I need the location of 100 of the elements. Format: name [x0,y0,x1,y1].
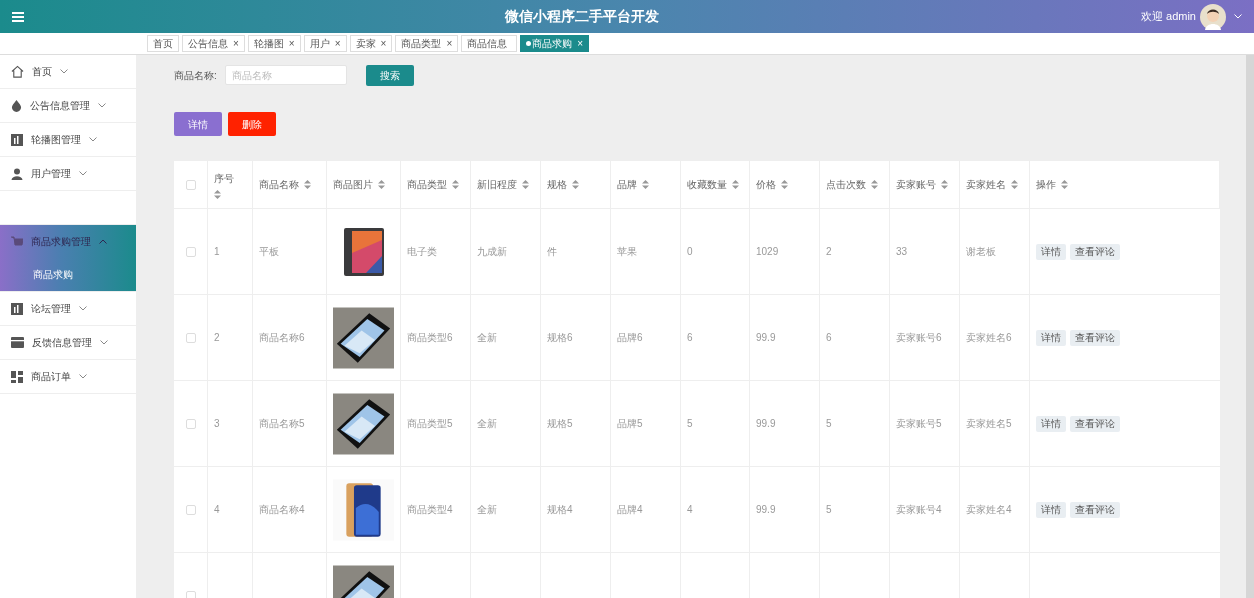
menu-item[interactable]: 商品求购管理 商品求购 [0,225,136,292]
home-icon [11,65,24,78]
user-icon [11,167,23,180]
close-button[interactable]: × [288,38,295,49]
menu-label: 反馈信息管理 [32,336,92,350]
delete-button[interactable]: 删除 [228,112,276,136]
column-header: 卖家账号 [896,178,936,192]
checkbox[interactable] [185,418,196,429]
table-cell-text: 卖家账号5 [896,417,942,431]
column-header: 商品图片 [333,178,373,192]
detail-button[interactable]: 详情 [174,112,222,136]
table-cell-text: 5 [826,503,832,517]
tab[interactable]: 轮播图 × [247,35,301,52]
chevron-icon [100,340,108,345]
tab[interactable]: 商品信息 [461,35,518,52]
tab[interactable]: 公告信息 × [182,35,245,52]
menu-item[interactable]: 论坛管理 [0,292,136,326]
view-comments-button[interactable]: 查看评论 [1070,243,1120,260]
chevron-icon [99,239,107,244]
menu-item[interactable]: 商品订单 [0,360,136,394]
dot-icon [526,41,532,46]
column-header: 规格 [547,178,567,192]
menu-item[interactable]: 轮播图管理 [0,123,136,157]
sort-icon [304,180,311,189]
view-comments-button[interactable]: 查看评论 [1070,415,1120,432]
menu-item[interactable]: 用户管理 [0,157,136,191]
column-header: 序号 [214,171,234,186]
column-header: 收藏数量 [687,178,727,192]
close-button[interactable]: × [380,38,387,49]
close-button[interactable]: × [233,38,239,49]
close-button[interactable]: × [334,38,341,49]
scrollbar[interactable] [1246,55,1254,598]
table-cell-text: 0 [687,245,693,259]
table-cell-text: 谢老板 [966,245,996,259]
column-header: 品牌 [617,178,637,192]
detail-button[interactable]: 详情 [1036,243,1066,260]
table-cell-text: 3 [214,417,220,431]
column-header: 商品类型 [407,178,447,192]
sort-icon [781,180,788,189]
chevron-icon [79,306,87,311]
wallet-icon [11,337,24,348]
table-cell-text: 品牌6 [617,331,643,345]
table-cell-text: 99.9 [756,503,776,517]
table-cell-text: 卖家姓名5 [966,417,1012,431]
menu-item[interactable]: 反馈信息管理 [0,326,136,360]
detail-button[interactable]: 详情 [1036,329,1066,346]
tab-label: 公告信息 [188,37,228,51]
view-comments-button[interactable]: 查看评论 [1070,329,1120,346]
sort-icon [572,180,579,189]
sort-icon [642,180,649,189]
sort-icon [941,180,948,189]
table-cell-text: 1 [214,245,220,259]
tab[interactable]: 商品求购 × [520,35,590,52]
table-cell-text: 商品类型4 [407,503,453,517]
table-cell-text: 6 [687,331,693,345]
table-cell-text: 苹果 [617,245,637,259]
sort-icon [732,180,739,189]
table-cell-text: 6 [826,331,832,345]
view-comments-button[interactable]: 查看评论 [1070,501,1120,518]
checkbox[interactable] [185,179,196,190]
tab-label: 商品信息 [467,37,508,51]
table-cell-text: 卖家账号6 [896,331,942,345]
sort-icon [522,180,529,189]
table-cell-text: 规格6 [547,331,573,345]
close-button[interactable]: × [577,38,584,49]
menu-label: 论坛管理 [31,302,71,316]
tab-label: 卖家 [355,37,376,51]
search-button[interactable]: 搜索 [366,64,414,86]
search-label: 商品名称: [174,68,218,83]
table-cell-text: 电子类 [407,245,437,259]
table-cell-text: 4 [214,503,220,517]
table-cell-text: 99.9 [756,331,776,345]
menu-item[interactable]: 首页 [0,55,136,89]
cart-icon [11,235,23,248]
tab[interactable]: 首页 [147,35,179,52]
table-cell-text: 品牌5 [617,417,643,431]
table-cell-text: 5 [687,417,693,431]
menu-label: 首页 [32,65,52,79]
detail-button[interactable]: 详情 [1036,501,1066,518]
tab[interactable]: 商品类型 × [395,35,459,52]
submenu-item[interactable]: 商品求购 [0,258,136,291]
bar-chart-icon [11,302,23,315]
checkbox[interactable] [185,504,196,515]
close-button[interactable]: × [446,38,453,49]
table-cell-text: 商品名称6 [259,331,305,345]
grid-icon [11,370,23,383]
menu-item[interactable]: 公告信息管理 [0,89,136,123]
column-header: 商品名称 [259,178,299,192]
table-cell-text: 全新 [477,331,497,345]
checkbox[interactable] [185,590,196,598]
checkbox[interactable] [185,332,196,343]
menu-icon[interactable] [12,11,24,22]
checkbox[interactable] [185,246,196,257]
tab[interactable]: 卖家 × [349,35,393,52]
tab[interactable]: 用户 × [303,35,347,52]
tab-label: 商品类型 [401,37,442,51]
table-cell-text: 33 [896,245,908,259]
detail-button[interactable]: 详情 [1036,415,1066,432]
avatar[interactable] [1200,3,1226,30]
tab-label: 商品求购 [532,37,573,51]
